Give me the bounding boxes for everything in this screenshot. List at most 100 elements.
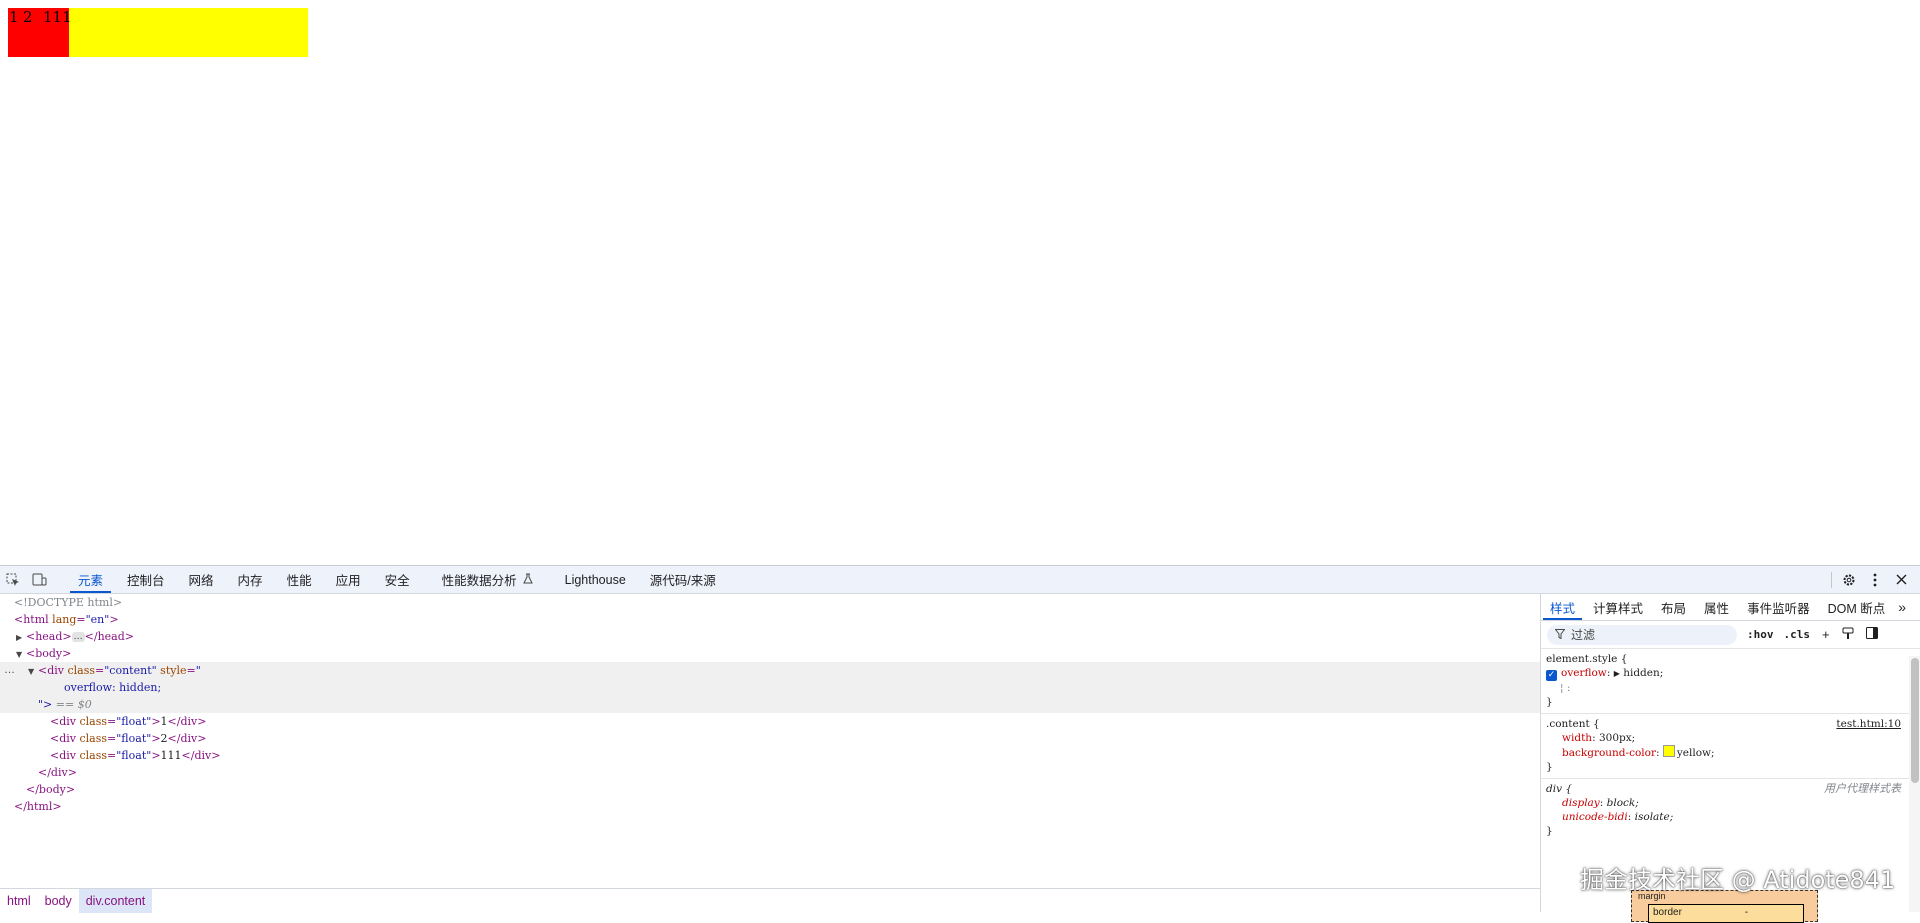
html-close-tag: </html> — [14, 800, 62, 813]
tab-dom-breakpoints[interactable]: DOM 断点 — [1819, 594, 1895, 620]
tab-elements[interactable]: 元素 — [66, 566, 115, 593]
tab-sources[interactable]: 源代码/来源 — [638, 566, 728, 593]
collapse-triangle-icon[interactable]: ▼ — [16, 646, 26, 663]
color-swatch[interactable] — [1662, 745, 1675, 757]
paint-brush-icon[interactable] — [1842, 627, 1854, 643]
box-model-border-label: border — [1653, 907, 1682, 918]
styles-filter-row: 过滤 :hov .cls + — [1541, 621, 1920, 649]
tab-console[interactable]: 控制台 — [115, 566, 177, 593]
float-box-3: 111 — [42, 8, 72, 57]
tab-performance-insights[interactable]: 性能数据分析 — [422, 566, 545, 593]
dom-child-line[interactable]: <div class="float">111</div> — [0, 747, 1540, 764]
dom-style-value-line[interactable]: overflow: hidden; — [0, 679, 1540, 696]
element-style-rule: element.style { ✓ overflow: ▶ hidden; ¦ :… — [1541, 649, 1920, 714]
more-tabs-chevron-icon[interactable]: » — [1894, 594, 1910, 620]
box-model-border-value[interactable]: - — [1745, 907, 1748, 918]
dom-doctype-line[interactable]: <!DOCTYPE html> — [0, 594, 1540, 611]
style-attr-name: style — [160, 664, 187, 677]
property-name[interactable]: background-color — [1562, 747, 1656, 759]
property-name: unicode-bidi — [1562, 811, 1628, 823]
div-ua-rule: div { 用户代理样式表 display: block; unicode-bi… — [1541, 779, 1920, 842]
toolbar-divider — [1831, 571, 1832, 588]
content-div: 1 2 111 — [8, 8, 308, 57]
watermark-text: 掘金技术社区 @ Atidote841 — [1580, 866, 1896, 894]
tab-performance[interactable]: 性能 — [275, 566, 324, 593]
filter-funnel-icon — [1554, 628, 1566, 642]
tab-computed[interactable]: 计算样式 — [1584, 594, 1652, 620]
child-text: 1 — [160, 715, 168, 728]
property-value[interactable]: 300px; — [1599, 732, 1635, 744]
dom-html-line[interactable]: <html lang="en"> — [0, 611, 1540, 628]
property-checkbox[interactable]: ✓ — [1546, 670, 1557, 681]
property-name[interactable]: overflow — [1561, 667, 1607, 679]
div-open-tag: <div — [38, 664, 64, 677]
property-value[interactable]: hidden; — [1623, 667, 1663, 679]
settings-gear-icon[interactable] — [1836, 566, 1862, 593]
inspect-element-icon[interactable] — [0, 566, 26, 593]
breadcrumb-html[interactable]: html — [0, 889, 38, 913]
tab-event-listeners[interactable]: 事件监听器 — [1738, 594, 1819, 620]
devtools-toolbar: 元素 控制台 网络 内存 性能 应用 安全 性能数据分析 Lighthouse … — [0, 566, 1920, 594]
property-name[interactable]: width — [1562, 732, 1592, 744]
body-close-tag: </body> — [26, 783, 76, 796]
child-text: 111 — [160, 749, 182, 762]
float-box-1: 1 — [8, 8, 22, 57]
dom-content-div-line[interactable]: … ▼ <div class="content" style=" — [0, 662, 1540, 679]
collapsed-ellipsis-icon[interactable]: … — [71, 632, 85, 642]
tab-network[interactable]: 网络 — [177, 566, 226, 593]
tab-performance-insights-label: 性能数据分析 — [441, 574, 517, 588]
div-close-tag: </div> — [38, 766, 77, 779]
flask-icon — [522, 573, 533, 587]
style-attr-quote: " — [195, 664, 201, 677]
child-text: 2 — [160, 732, 168, 745]
class-attr-name: class — [67, 664, 96, 677]
dom-body-close-line[interactable]: </body> — [0, 781, 1540, 798]
content-class-rule: .content { test.html:10 width: 300px; ba… — [1541, 714, 1920, 779]
styles-filter-input[interactable]: 过滤 — [1547, 624, 1737, 645]
device-toolbar-icon[interactable] — [26, 566, 52, 593]
float-box-2: 2 — [22, 8, 42, 57]
close-devtools-icon[interactable] — [1888, 566, 1914, 593]
expand-triangle-icon[interactable]: ▶ — [1614, 669, 1620, 678]
tab-memory[interactable]: 内存 — [226, 566, 275, 593]
html-tag: <html — [14, 613, 49, 626]
more-options-icon[interactable] — [1862, 566, 1888, 593]
elements-dom-tree: <!DOCTYPE html> <html lang="en"> ▶ <head>… — [0, 594, 1540, 884]
hover-state-toggle[interactable]: :hov — [1747, 628, 1774, 641]
tab-application[interactable]: 应用 — [324, 566, 373, 593]
expand-triangle-icon[interactable]: ▶ — [16, 629, 26, 646]
collapse-triangle-icon[interactable]: ▼ — [28, 663, 38, 680]
lang-attr-name: lang — [52, 613, 77, 626]
page-viewport: 1 2 111 — [0, 0, 1920, 565]
node-actions-dots-icon[interactable]: … — [4, 662, 15, 679]
property-value[interactable]: yellow; — [1677, 747, 1715, 759]
lang-attr-value: "en" — [85, 613, 110, 626]
dom-html-close-line[interactable]: </html> — [0, 798, 1540, 815]
tab-properties[interactable]: 属性 — [1695, 594, 1738, 620]
dom-child-line[interactable]: <div class="float">2</div> — [0, 730, 1540, 747]
dom-head-line[interactable]: ▶ <head>… </head> — [0, 628, 1540, 645]
user-agent-stylesheet-label: 用户代理样式表 — [1824, 783, 1901, 795]
toggle-sidebar-icon[interactable] — [1865, 627, 1878, 642]
style-attr-close: "> — [38, 698, 53, 711]
class-toggle[interactable]: .cls — [1784, 628, 1811, 641]
tab-security[interactable]: 安全 — [373, 566, 422, 593]
new-property-placeholder[interactable]: ¦ : — [1546, 681, 1915, 695]
stylesheet-source-link[interactable]: test.html:10 — [1836, 717, 1901, 731]
breadcrumb-div-content[interactable]: div.content — [78, 889, 153, 913]
sidebar-scrollbar[interactable] — [1909, 656, 1920, 912]
dom-body-line[interactable]: ▼ <body> — [0, 645, 1540, 662]
breadcrumb-body[interactable]: body — [38, 889, 79, 913]
box-model-border: border - — [1648, 904, 1804, 923]
filter-placeholder: 过滤 — [1571, 628, 1596, 642]
sidebar-tabs: 样式 计算样式 布局 属性 事件监听器 DOM 断点 » — [1541, 594, 1920, 621]
scrollbar-thumb[interactable] — [1911, 658, 1919, 783]
tab-layout[interactable]: 布局 — [1652, 594, 1695, 620]
dom-div-close-line[interactable]: </div> — [0, 764, 1540, 781]
tab-styles[interactable]: 样式 — [1541, 594, 1584, 620]
dom-style-close-line[interactable]: "> == $0 — [0, 696, 1540, 713]
new-style-rule-icon[interactable]: + — [1822, 627, 1830, 642]
rule-close-brace: } — [1546, 761, 1553, 773]
dom-child-line[interactable]: <div class="float">1</div> — [0, 713, 1540, 730]
tab-lighthouse[interactable]: Lighthouse — [545, 566, 638, 593]
